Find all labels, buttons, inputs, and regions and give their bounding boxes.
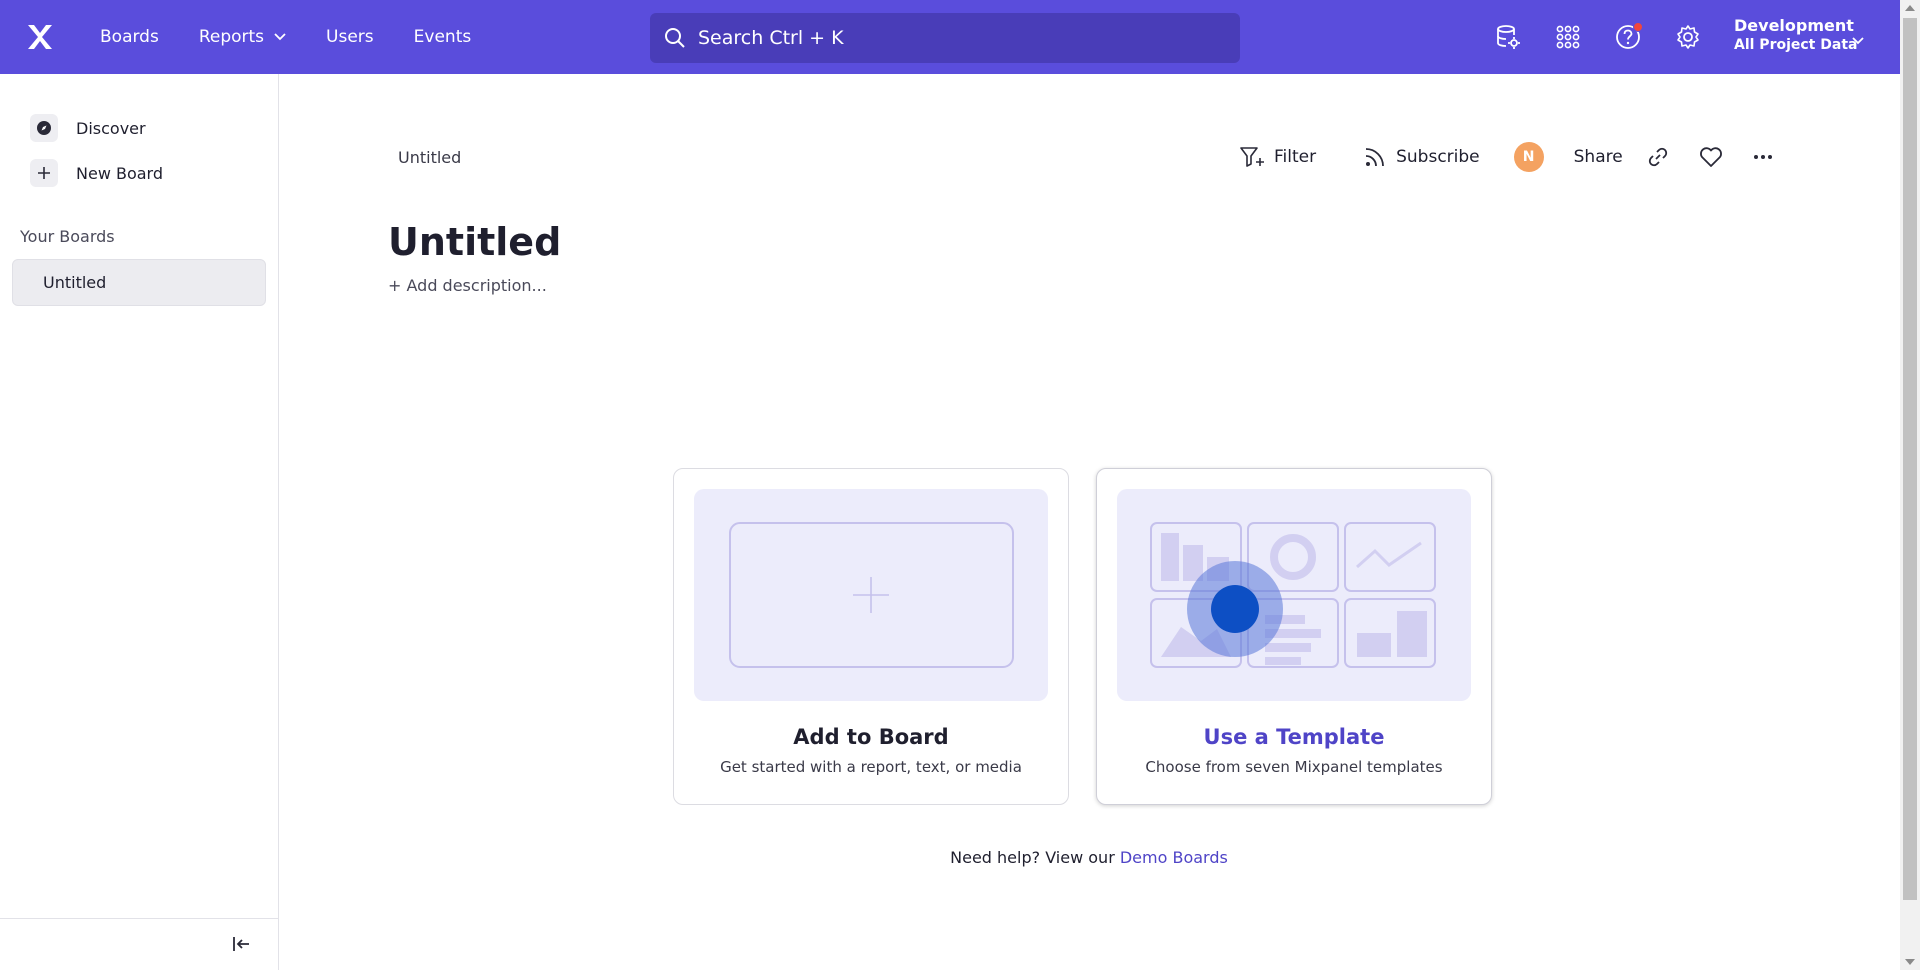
board-actions: Filter Subscribe N Share <box>1240 137 1773 177</box>
search-icon <box>664 27 686 49</box>
add-description-link[interactable]: + Add description... <box>388 276 547 295</box>
scrollbar-thumb[interactable] <box>1903 18 1917 900</box>
card-subtitle: Choose from seven Mixpanel templates <box>1145 758 1443 776</box>
sidebar-board-item[interactable]: Untitled <box>12 259 266 306</box>
search-input[interactable]: Search Ctrl + K <box>650 13 1240 63</box>
nav-reports[interactable]: Reports <box>199 27 286 47</box>
add-to-board-illustration <box>694 489 1048 701</box>
project-selector[interactable]: Development All Project Data <box>1734 16 1857 53</box>
top-icon-group <box>1486 0 1726 74</box>
copy-link-icon[interactable] <box>1647 146 1669 168</box>
sidebar-item-discover[interactable]: Discover <box>30 114 146 142</box>
nav-events[interactable]: Events <box>414 27 472 47</box>
avatar[interactable]: N <box>1513 142 1544 172</box>
mixpanel-logo[interactable] <box>20 17 60 57</box>
sidebar-item-new-board[interactable]: New Board <box>30 159 163 187</box>
main-nav: Boards Reports Users Events <box>100 27 511 47</box>
card-title: Add to Board <box>793 725 949 749</box>
nav-boards[interactable]: Boards <box>100 27 159 47</box>
use-template-card[interactable]: Use a Template Choose from seven Mixpane… <box>1096 468 1492 805</box>
demo-boards-link[interactable]: Demo Boards <box>1120 848 1228 867</box>
compass-icon <box>30 114 58 142</box>
search-placeholder: Search Ctrl + K <box>698 27 844 49</box>
help-text: Need help? View our Demo Boards <box>950 848 1228 867</box>
project-data-view: All Project Data <box>1734 37 1858 53</box>
scrollbar[interactable] <box>1900 0 1920 970</box>
rss-icon <box>1366 148 1385 167</box>
subscribe-button[interactable]: Subscribe <box>1364 146 1480 168</box>
card-subtitle: Get started with a report, text, or medi… <box>720 758 1022 776</box>
page-title[interactable]: Untitled <box>388 220 561 264</box>
nav-users[interactable]: Users <box>326 27 374 47</box>
chevron-down-icon[interactable] <box>1852 30 1864 49</box>
collapse-sidebar-icon[interactable] <box>232 935 252 957</box>
scroll-up-arrow-icon[interactable] <box>1905 5 1915 11</box>
filter-button[interactable]: Filter <box>1240 146 1316 168</box>
share-button[interactable]: Share <box>1574 147 1623 167</box>
sidebar: Discover New Board Your Boards Untitled <box>0 74 279 970</box>
database-settings-icon[interactable] <box>1486 15 1530 59</box>
project-name: Development <box>1734 16 1854 35</box>
filter-icon <box>1240 147 1264 167</box>
template-illustration <box>1117 489 1471 701</box>
card-title: Use a Template <box>1203 725 1385 749</box>
add-to-board-card[interactable]: Add to Board Get started with a report, … <box>673 468 1069 805</box>
more-options-icon[interactable] <box>1753 154 1773 160</box>
notification-dot <box>1633 22 1643 32</box>
settings-icon[interactable] <box>1666 15 1710 59</box>
favorite-heart-icon[interactable] <box>1699 146 1723 168</box>
your-boards-heading: Your Boards <box>20 227 115 246</box>
scroll-down-arrow-icon[interactable] <box>1905 959 1915 965</box>
apps-grid-icon[interactable] <box>1546 15 1590 59</box>
sidebar-footer <box>0 918 279 970</box>
plus-icon <box>30 159 58 187</box>
help-icon[interactable] <box>1606 15 1650 59</box>
breadcrumb[interactable]: Untitled <box>398 148 461 167</box>
chevron-down-icon <box>274 33 286 41</box>
